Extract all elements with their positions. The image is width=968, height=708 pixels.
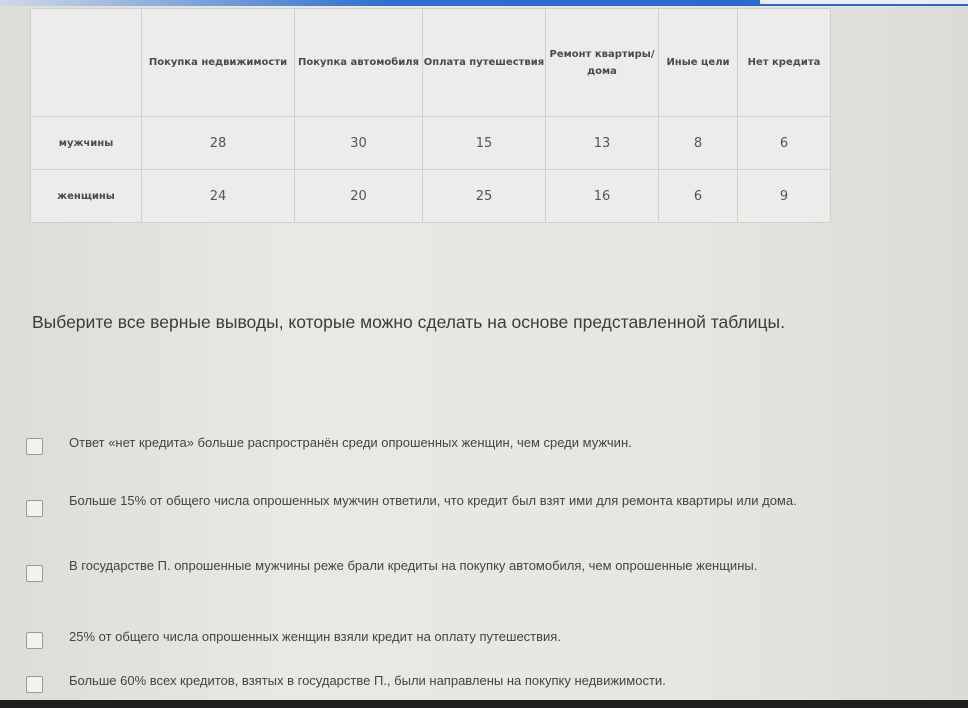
table-cell: 15: [422, 116, 546, 170]
address-pill: [760, 0, 968, 4]
browser-top-bar: [0, 0, 968, 6]
table-cell: 6: [737, 116, 831, 170]
row-label-women: женщины: [30, 169, 142, 223]
table-cell: 25: [422, 169, 546, 223]
option-checkbox[interactable]: [26, 500, 43, 517]
table-header-renovation: Ремонт квартиры/ дома: [545, 8, 659, 117]
answer-option-5[interactable]: Больше 60% всех кредитов, взятых в госуд…: [26, 668, 946, 694]
option-label: Ответ «нет кредита» больше распространён…: [69, 435, 632, 450]
row-label-men: мужчины: [30, 116, 142, 170]
answer-option-3[interactable]: В государстве П. опрошенные мужчины реже…: [26, 553, 946, 582]
table-cell: 9: [737, 169, 831, 223]
option-checkbox[interactable]: [26, 632, 43, 649]
credit-purpose-table: Покупка недвижимости Покупка автомобиля …: [30, 8, 831, 223]
table-header-no-credit: Нет кредита: [737, 8, 831, 117]
table-header-travel: Оплата путешествия: [422, 8, 546, 117]
option-checkbox[interactable]: [26, 676, 43, 693]
answer-option-2[interactable]: Больше 15% от общего числа опрошенных му…: [26, 488, 946, 517]
option-label: В государстве П. опрошенные мужчины реже…: [69, 558, 758, 573]
table-cell: 28: [141, 116, 295, 170]
table-header-row: Покупка недвижимости Покупка автомобиля …: [30, 8, 831, 117]
question-prompt: Выберите все верные выводы, которые можн…: [32, 312, 785, 332]
table-row: мужчины 28 30 15 13 8 6: [30, 116, 831, 170]
option-label: Больше 15% от общего числа опрошенных му…: [69, 493, 797, 508]
option-label: 25% от общего числа опрошенных женщин вз…: [69, 629, 561, 644]
option-checkbox[interactable]: [26, 565, 43, 582]
table-cell: 16: [545, 169, 659, 223]
table-row: женщины 24 20 25 16 6 9: [30, 169, 831, 223]
table-cell: 20: [294, 169, 423, 223]
table-cell: 24: [141, 169, 295, 223]
screen-bottom-edge: [0, 700, 968, 708]
answer-option-1[interactable]: Ответ «нет кредита» больше распространён…: [26, 430, 946, 456]
answer-option-4[interactable]: 25% от общего числа опрошенных женщин вз…: [26, 624, 946, 650]
table-header-car: Покупка автомобиля: [294, 8, 423, 117]
table-cell: 30: [294, 116, 423, 170]
option-label: Больше 60% всех кредитов, взятых в госуд…: [69, 673, 666, 688]
table-header-empty: [30, 8, 142, 117]
table-header-other: Иные цели: [658, 8, 738, 117]
table-cell: 6: [658, 169, 738, 223]
table-cell: 13: [545, 116, 659, 170]
table-header-real-estate: Покупка недвижимости: [141, 8, 295, 117]
table-cell: 8: [658, 116, 738, 170]
option-checkbox[interactable]: [26, 438, 43, 455]
